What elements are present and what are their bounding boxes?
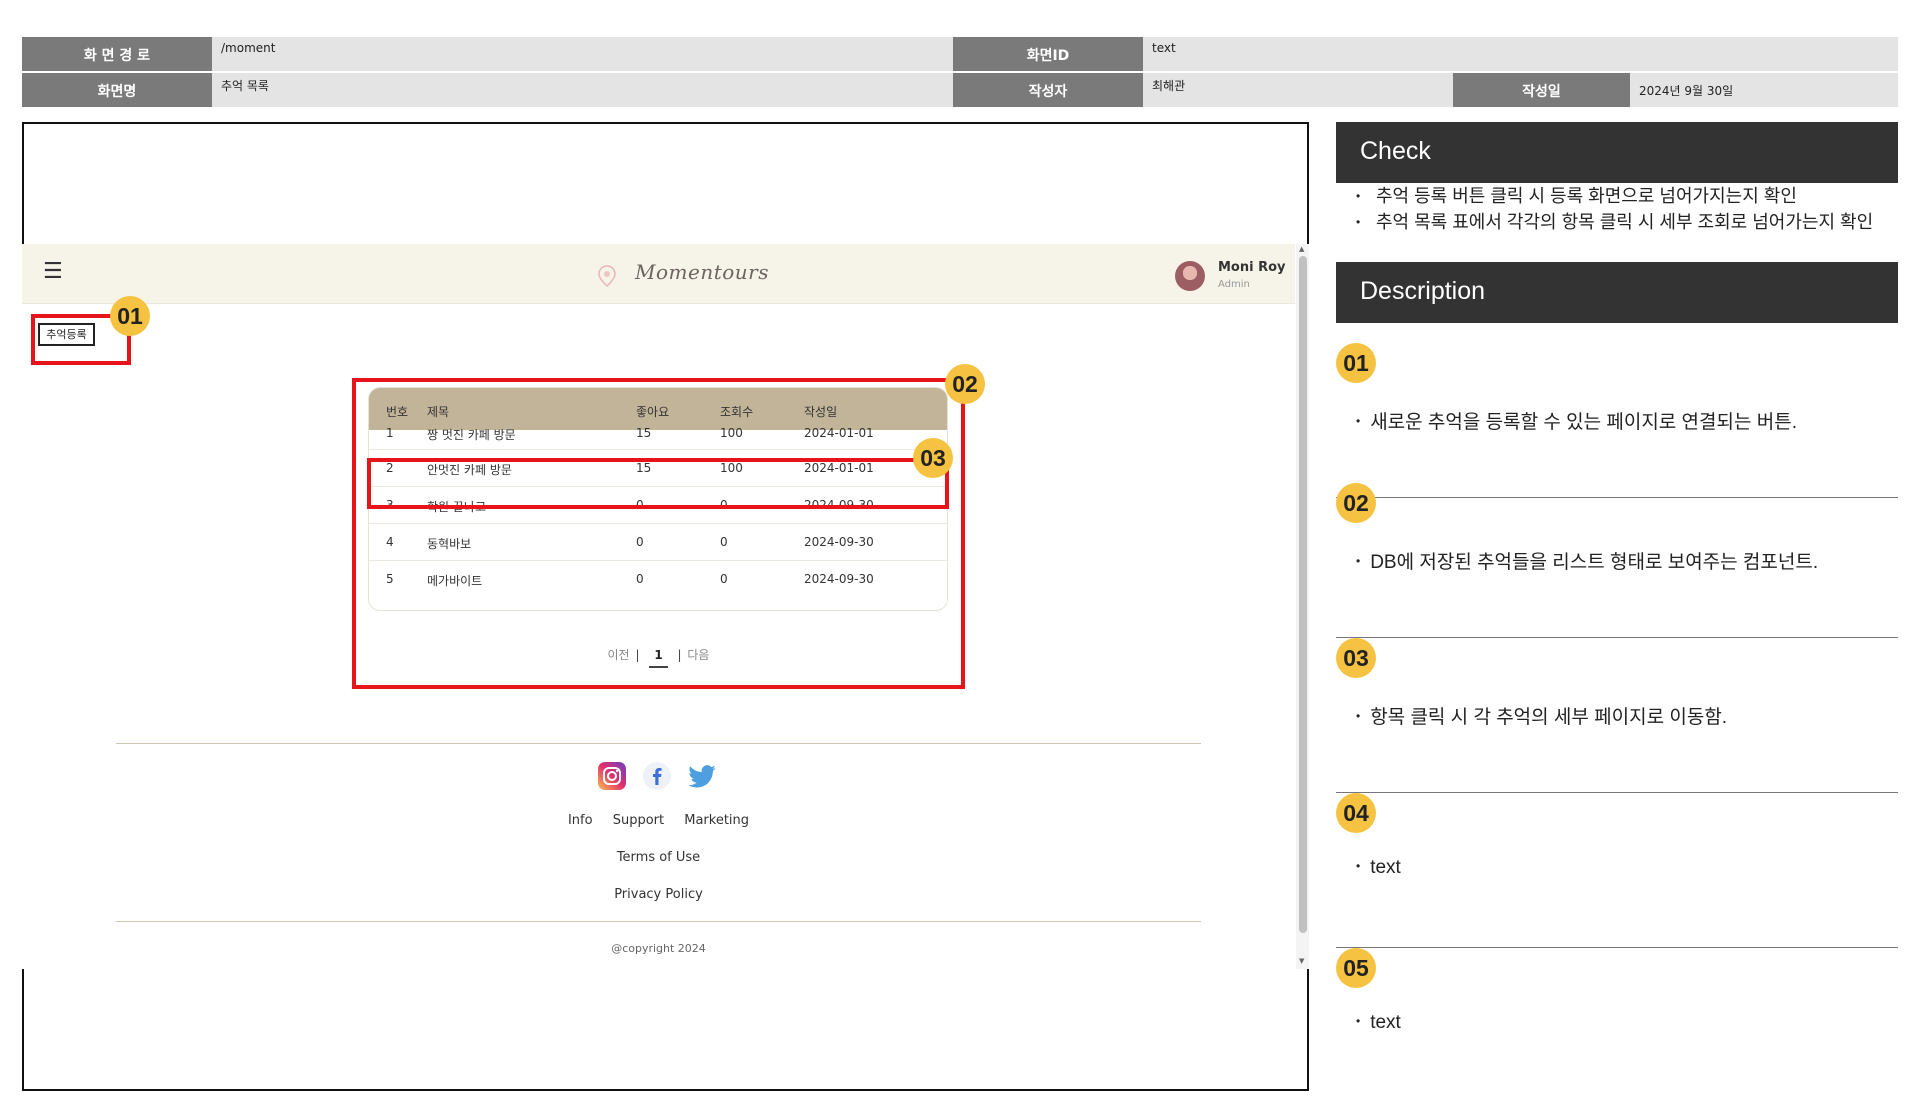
terms-link-row: Terms of Use: [22, 850, 1295, 865]
description-item-02: 02 • DB에 저장된 추억들을 리스트 형태로 보여주는 컴포넌트.: [1336, 483, 1898, 638]
check-item-text: 추억 목록 표에서 각각의 항목 클릭 시 세부 조회로 넘어가는지 확인: [1376, 212, 1874, 232]
date-value: 2024년 9월 30일: [1630, 73, 1898, 107]
description-marker-01: 01: [1336, 343, 1376, 383]
footer-divider-top: [116, 743, 1201, 744]
description-item-03: 03 • 항목 클릭 시 각 추억의 세부 페이지로 이동함.: [1336, 638, 1898, 793]
copyright-text: @copyright 2024: [611, 942, 706, 955]
check-item: • 추억 등록 버튼 클릭 시 등록 화면으로 넘어가지는지 확인: [1356, 184, 1876, 208]
description-item-05: 05 • text: [1336, 948, 1898, 1103]
description-text-content: 새로운 추억을 등록할 수 있는 페이지로 연결되는 버튼.: [1370, 412, 1797, 433]
author-label: 작성자: [953, 73, 1143, 107]
bullet: •: [1356, 215, 1361, 229]
description-marker-02: 02: [1336, 483, 1376, 523]
description-item-01: 01 • 새로운 추억을 등록할 수 있는 페이지로 연결되는 버튼.: [1336, 343, 1898, 498]
description-marker-03: 03: [1336, 638, 1376, 678]
terms-of-use-link[interactable]: Terms of Use: [617, 850, 700, 865]
footer-link-support[interactable]: Support: [613, 813, 664, 828]
bullet: •: [1356, 414, 1361, 428]
map-pin-icon: [597, 264, 617, 292]
hamburger-menu-icon[interactable]: ☰: [43, 259, 63, 284]
check-title-bar: Check: [1336, 122, 1898, 183]
description-text-content: 항목 클릭 시 각 추억의 세부 페이지로 이동함.: [1370, 707, 1728, 728]
description-text: • 새로운 추억을 등록할 수 있는 페이지로 연결되는 버튼.: [1356, 407, 1797, 434]
user-name[interactable]: Moni Roy: [1218, 260, 1286, 275]
description-marker-05: 05: [1336, 948, 1376, 988]
footer-links: Info Support Marketing: [22, 813, 1295, 828]
marker-03: 03: [913, 438, 953, 478]
twitter-icon[interactable]: [687, 761, 717, 791]
path-value: /moment: [212, 37, 953, 71]
privacy-link-row: Privacy Policy: [22, 887, 1295, 902]
check-item-text: 추억 등록 버튼 클릭 시 등록 화면으로 넘어가지는지 확인: [1376, 186, 1797, 206]
facebook-icon[interactable]: [642, 761, 672, 791]
author-value: 최해관: [1143, 73, 1453, 107]
user-avatar[interactable]: [1175, 261, 1205, 291]
bullet: •: [1356, 1014, 1361, 1028]
description-marker-04: 04: [1336, 793, 1376, 833]
bullet: •: [1356, 859, 1361, 873]
check-item: • 추억 목록 표에서 각각의 항목 클릭 시 세부 조회로 넘어가는지 확인: [1356, 210, 1876, 234]
spec-header-row-1: 화 면 경 로 /moment 화면ID text: [22, 37, 1898, 71]
footer-divider-bottom: [116, 921, 1201, 922]
scrollbar[interactable]: ▲ ▼: [1296, 244, 1309, 969]
spec-header-row-2: 화면명 추억 목록 작성자 최해관 작성일 2024년 9월 30일: [22, 73, 1898, 107]
scroll-thumb[interactable]: [1299, 256, 1307, 933]
bullet: •: [1356, 189, 1361, 203]
description-text: • text: [1356, 857, 1401, 879]
scroll-down-arrow-icon[interactable]: ▼: [1299, 957, 1304, 965]
description-text: • DB에 저장된 추억들을 리스트 형태로 보여주는 컴포넌트.: [1356, 547, 1818, 574]
description-text-content: DB에 저장된 추억들을 리스트 형태로 보여주는 컴포넌트.: [1370, 552, 1819, 573]
description-text: • 항목 클릭 시 각 추억의 세부 페이지로 이동함.: [1356, 702, 1727, 729]
screen-name-value: 추억 목록: [212, 73, 953, 107]
app-header: ☰ Momentours Moni Roy Admin: [22, 244, 1295, 304]
marker-02: 02: [945, 364, 985, 404]
annotation-box-03: [367, 458, 949, 509]
description-title-bar: Description: [1336, 262, 1898, 323]
screen-name-label: 화면명: [22, 73, 212, 107]
screen-id-value: text: [1143, 37, 1898, 71]
description-text: • text: [1356, 1012, 1401, 1034]
app-logo[interactable]: Momentours: [635, 260, 769, 284]
annotation-box-02: [352, 378, 965, 689]
description-item-04: 04 • text: [1336, 793, 1898, 948]
bullet: •: [1356, 709, 1361, 723]
date-label: 작성일: [1453, 73, 1630, 107]
footer-link-marketing[interactable]: Marketing: [684, 813, 749, 828]
instagram-icon[interactable]: [597, 761, 627, 791]
path-label: 화 면 경 로: [22, 37, 212, 71]
screen-id-label: 화면ID: [953, 37, 1143, 71]
marker-01: 01: [110, 296, 150, 336]
user-role: Admin: [1218, 279, 1250, 290]
description-text-content: text: [1370, 1012, 1401, 1033]
bullet: •: [1356, 554, 1361, 568]
scroll-up-arrow-icon[interactable]: ▲: [1299, 245, 1304, 253]
description-text-content: text: [1370, 857, 1401, 878]
footer-link-info[interactable]: Info: [568, 813, 593, 828]
privacy-policy-link[interactable]: Privacy Policy: [614, 887, 703, 902]
